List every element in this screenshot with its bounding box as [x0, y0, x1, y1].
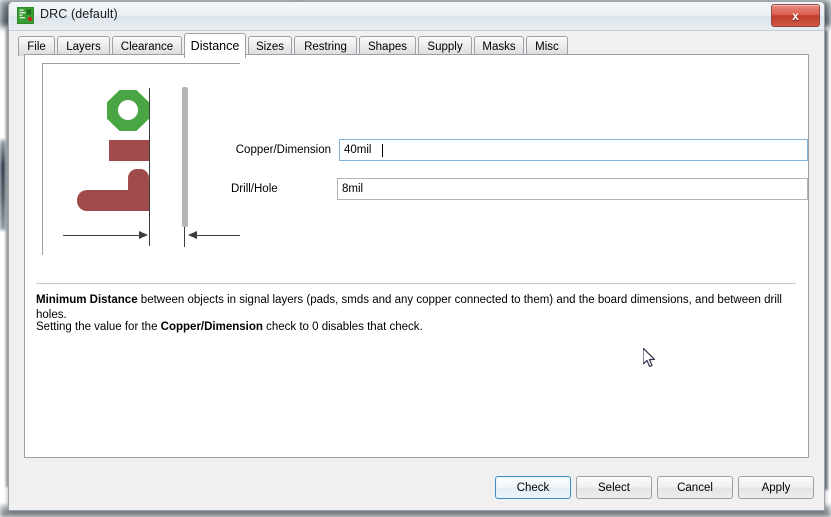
- tab-layers[interactable]: Layers: [57, 36, 110, 56]
- tab-label: Distance: [190, 39, 240, 53]
- description-line-1-rest: between objects in signal layers (pads, …: [36, 294, 782, 321]
- tab-label: Clearance: [120, 40, 174, 53]
- diagram-frame-left: [42, 63, 43, 255]
- tab-label: Layers: [66, 40, 101, 53]
- drill-hole-label: Drill/Hole: [231, 183, 278, 195]
- description-line-2-post: check to 0 disables that check.: [262, 321, 423, 333]
- dialog-title: DRC (default): [40, 7, 118, 21]
- tab-label: Misc: [535, 40, 559, 53]
- section-divider: [36, 283, 796, 284]
- description-line-2-pre: Setting the value for the: [36, 321, 161, 333]
- tab-label: File: [27, 40, 46, 53]
- tab-restring[interactable]: Restring: [294, 36, 357, 56]
- tab-sizes[interactable]: Sizes: [248, 36, 292, 56]
- dialog-titlebar[interactable]: DRC (default) x: [9, 2, 824, 31]
- button-label: Apply: [761, 481, 791, 494]
- dimension-arrow-left-shaft: [63, 235, 145, 236]
- tab-label: Restring: [304, 40, 347, 53]
- button-label: Cancel: [677, 481, 713, 494]
- close-button[interactable]: x: [771, 4, 820, 27]
- pcb-board-icon: [17, 7, 34, 24]
- tab-misc[interactable]: Misc: [526, 36, 568, 56]
- copper-dimension-input[interactable]: [339, 139, 808, 161]
- tab-file[interactable]: File: [18, 36, 55, 56]
- board-dimension-bar: [182, 87, 188, 227]
- smd-pad-shape: [109, 140, 149, 161]
- board-dimension-extension: [184, 227, 185, 247]
- dialog-footer: Check Select Cancel Apply: [9, 464, 824, 510]
- dimension-arrow-left-head: [139, 231, 148, 239]
- minimum-distance-diagram: [42, 63, 240, 255]
- tab-label: Shapes: [367, 40, 407, 53]
- tab-supply[interactable]: Supply: [418, 36, 472, 56]
- check-button[interactable]: Check: [495, 476, 571, 499]
- distance-tab-panel: Copper/Dimension Drill/Hole Minimum Dist…: [24, 54, 809, 458]
- drill-hole-input[interactable]: [337, 178, 808, 200]
- cancel-button[interactable]: Cancel: [657, 476, 733, 499]
- copper-trace-corner: [128, 190, 149, 211]
- description-line-2: Setting the value for the Copper/Dimensi…: [36, 320, 801, 335]
- tab-bar: File Layers Clearance Distance Sizes Restring…: [9, 30, 824, 58]
- button-label: Select: [598, 481, 630, 494]
- diagram-frame-top: [42, 63, 240, 64]
- drc-dialog: DRC (default) x File Layers Clearance Dista…: [8, 1, 825, 511]
- tab-shapes[interactable]: Shapes: [359, 36, 416, 56]
- tab-distance[interactable]: Distance: [184, 33, 246, 58]
- dimension-arrow-right-head: [188, 231, 197, 239]
- button-label: Check: [516, 481, 550, 494]
- select-button[interactable]: Select: [576, 476, 652, 499]
- close-icon: x: [792, 8, 799, 23]
- description-line-1: Minimum Distance between objects in sign…: [36, 293, 801, 323]
- octagon-pad-icon: [107, 90, 149, 131]
- board-dimension-line: [149, 88, 150, 246]
- tab-label: Sizes: [255, 40, 285, 53]
- description-term-minimum-distance: Minimum Distance: [36, 294, 138, 306]
- tab-label: Supply: [427, 40, 463, 53]
- description-term-copper-dimension: Copper/Dimension: [160, 321, 263, 333]
- apply-button[interactable]: Apply: [738, 476, 814, 499]
- tab-masks[interactable]: Masks: [474, 36, 524, 56]
- tab-clearance[interactable]: Clearance: [112, 36, 182, 56]
- copper-dimension-label: Copper/Dimension: [235, 144, 331, 156]
- text-caret: [382, 144, 383, 157]
- tab-label: Masks: [482, 40, 516, 53]
- dimension-arrow-right-shaft: [190, 235, 240, 236]
- pad-drill-hole: [118, 100, 138, 120]
